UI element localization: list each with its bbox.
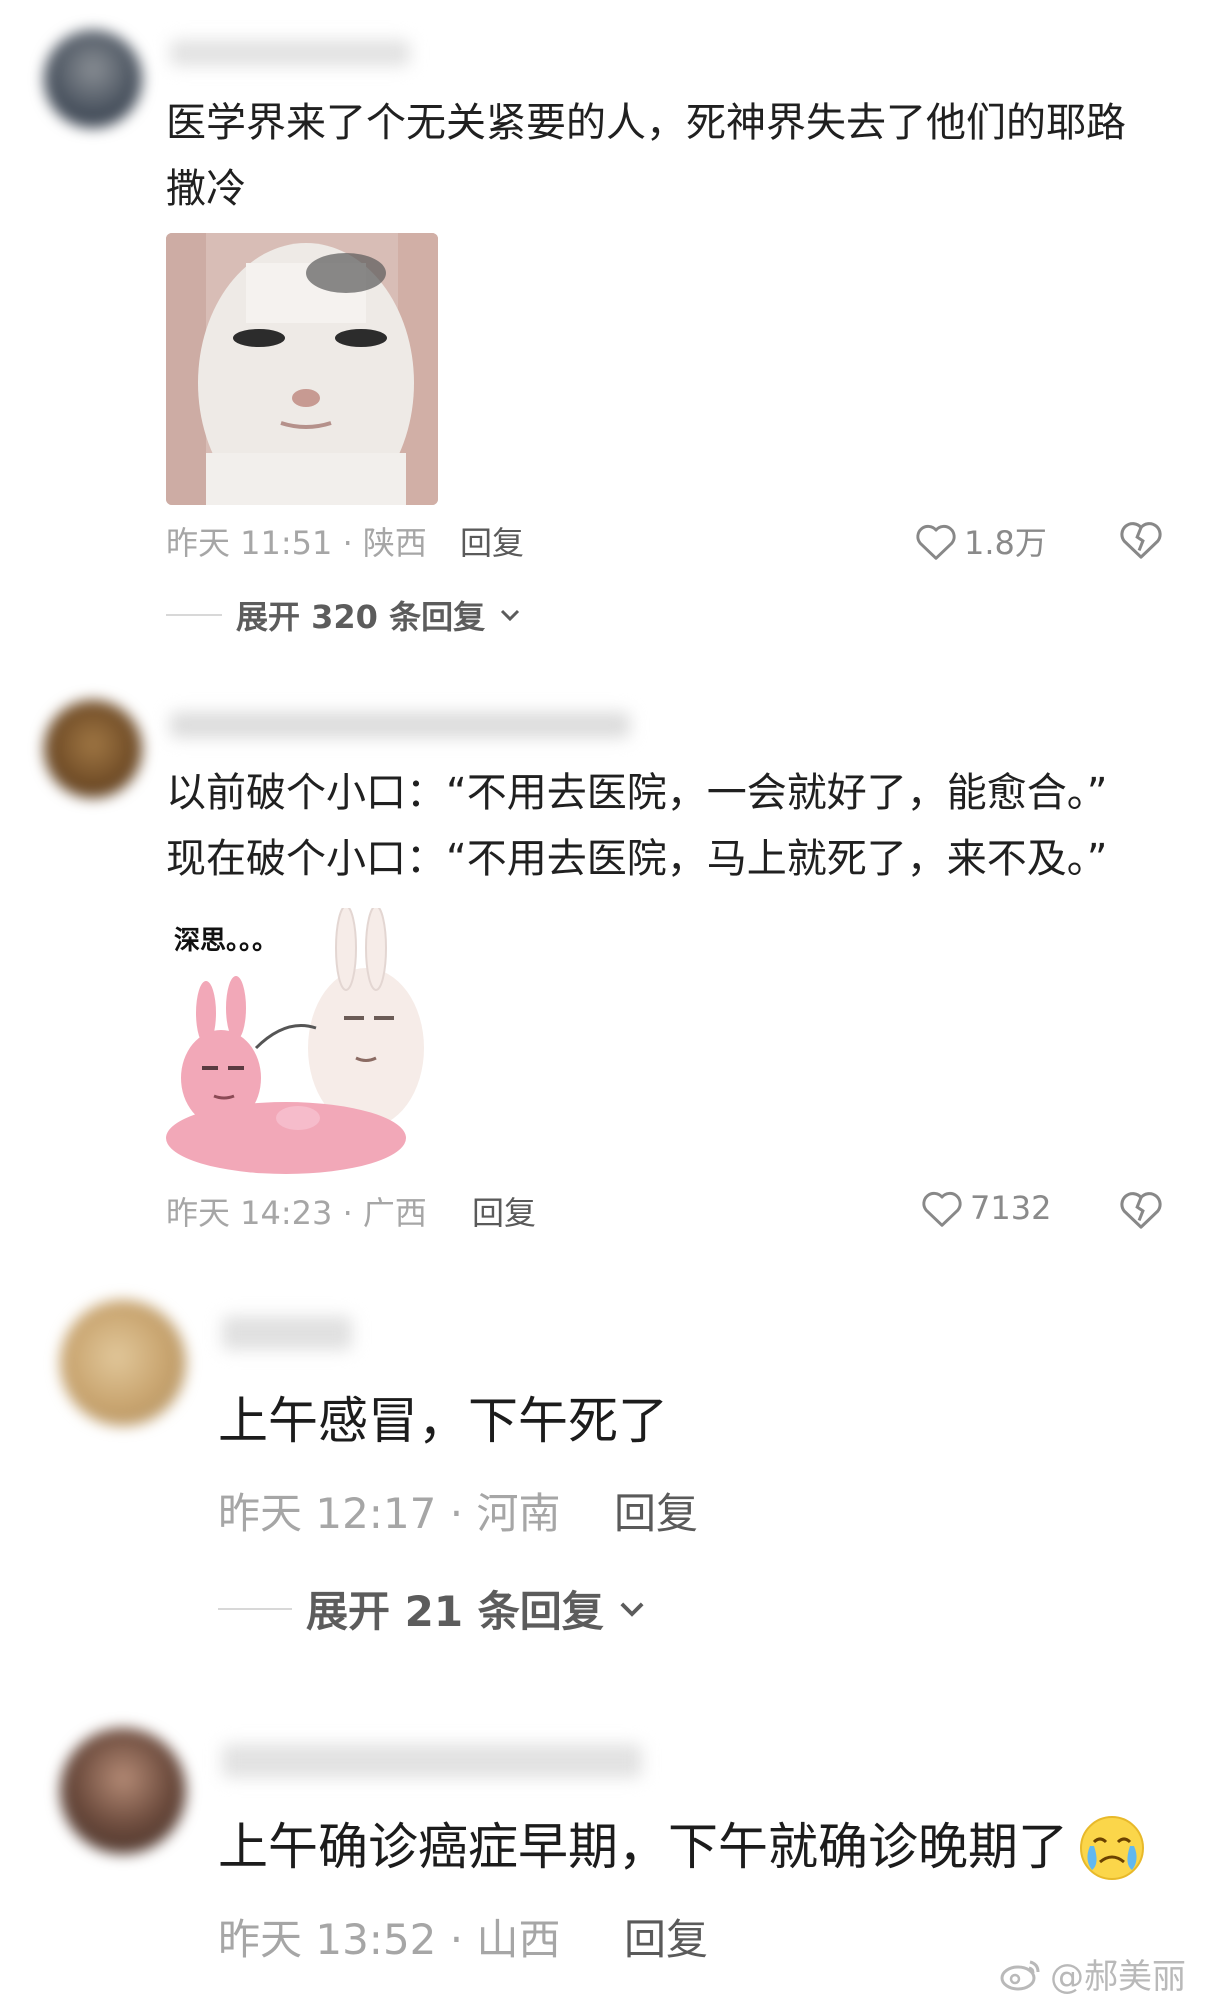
chevron-down-icon [501,609,520,622]
comment-meta: 昨天 11:51 · 陕西 [166,524,427,562]
username[interactable] [170,712,630,738]
sticker-caption: 深思。。。 [174,926,279,956]
watermark-text: @郝美丽 [1050,1957,1186,1997]
sticker-image[interactable]: 深思。。。 [166,908,438,1176]
like-button[interactable]: 7132 [920,1188,1051,1228]
comment-text: 医学界来了个无关紧要的人，死神界失去了他们的耶路撒冷 [166,100,1126,212]
comment-meta: 昨天 12:17 · 河南 [218,1489,561,1538]
username[interactable] [222,1316,352,1350]
crying-face-emoji [1080,1816,1144,1880]
dislike-button[interactable] [1118,1188,1164,1234]
comment-text: 上午感冒，下午死了 [218,1392,668,1450]
avatar[interactable] [44,700,142,798]
chevron-down-icon [620,1602,644,1617]
username[interactable] [222,1744,642,1778]
heart-outline-icon [922,1191,962,1227]
expand-replies-button[interactable]: 展开 21 条回复 [218,1578,646,1639]
username[interactable] [170,40,410,66]
watermark: @郝美丽 [1000,1949,1186,1998]
sticker-image[interactable] [166,233,438,505]
comment-meta: 昨天 13:52 · 山西 [218,1915,561,1964]
meme-cat-face [166,233,438,505]
comment-text-row: 上午确诊癌症早期，下午就确诊晚期了 [218,1812,1150,1882]
weibo-logo-icon [1000,1960,1040,1990]
avatar[interactable] [44,30,142,128]
expand-label: 展开 21 条回复 [306,1587,604,1636]
heart-outline-icon [916,524,956,560]
reply-button[interactable]: 回复 [472,1188,536,1234]
reply-button[interactable]: 回复 [460,518,524,564]
avatar[interactable] [60,1300,186,1426]
broken-heart-icon [1120,522,1162,559]
like-count: 1.8万 [964,524,1047,562]
comment-text: 以前破个小口：“不用去医院，一会就好了，能愈合。” 现在破个小口：“不用去医院，… [166,770,1108,882]
comment-meta: 昨天 14:23 · 广西 [166,1194,427,1232]
like-count: 7132 [970,1189,1052,1227]
expand-label: 展开 320 条回复 [236,598,486,636]
avatar[interactable] [60,1728,186,1854]
like-button[interactable]: 1.8万 [914,518,1047,564]
dislike-button[interactable] [1118,518,1164,564]
expand-replies-button[interactable]: 展开 320 条回复 [166,592,521,638]
divider-line [166,614,222,616]
reply-button[interactable]: 回复 [624,1906,708,1967]
divider-line [218,1607,292,1610]
reply-button[interactable]: 回复 [614,1480,698,1541]
broken-heart-icon [1120,1192,1162,1229]
comment-text: 上午确诊癌症早期，下午就确诊晚期了 [218,1818,1068,1876]
